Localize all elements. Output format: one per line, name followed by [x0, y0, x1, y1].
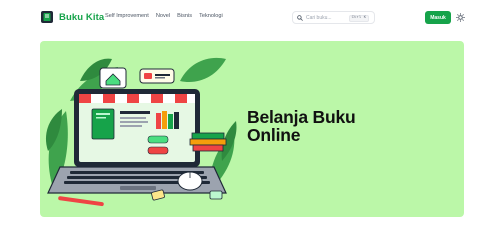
search-shortcut-badge: Ctrl K [348, 15, 369, 22]
hero-title-line-2: Online [247, 125, 301, 145]
nav-link-novel[interactable]: Novel [156, 13, 170, 19]
theme-toggle[interactable] [455, 12, 466, 23]
search-input[interactable] [306, 14, 354, 21]
hero-title: Belanja Buku Online [247, 108, 447, 144]
nav-link-self-improvement[interactable]: Self Improvement [105, 13, 149, 19]
hero-title-line-1: Belanja Buku [247, 107, 356, 127]
navbar: Buku Kita Self Improvement Novel Bisnis … [0, 0, 499, 36]
nav-link-bisnis[interactable]: Bisnis [177, 13, 192, 19]
brand-name: Buku Kita [59, 11, 105, 23]
online-bookstore-illustration [45, 57, 237, 207]
hero-banner: Belanja Buku Online [40, 41, 464, 217]
book-logo-icon [41, 11, 53, 23]
login-button[interactable]: Masuk [425, 11, 451, 24]
sun-icon [456, 13, 465, 22]
brand[interactable]: Buku Kita [40, 10, 104, 24]
main-nav: Self Improvement Novel Bisnis Teknologi [105, 13, 223, 19]
search-box[interactable]: Ctrl K [292, 11, 375, 24]
search-icon [297, 14, 303, 21]
nav-link-teknologi[interactable]: Teknologi [199, 13, 223, 19]
